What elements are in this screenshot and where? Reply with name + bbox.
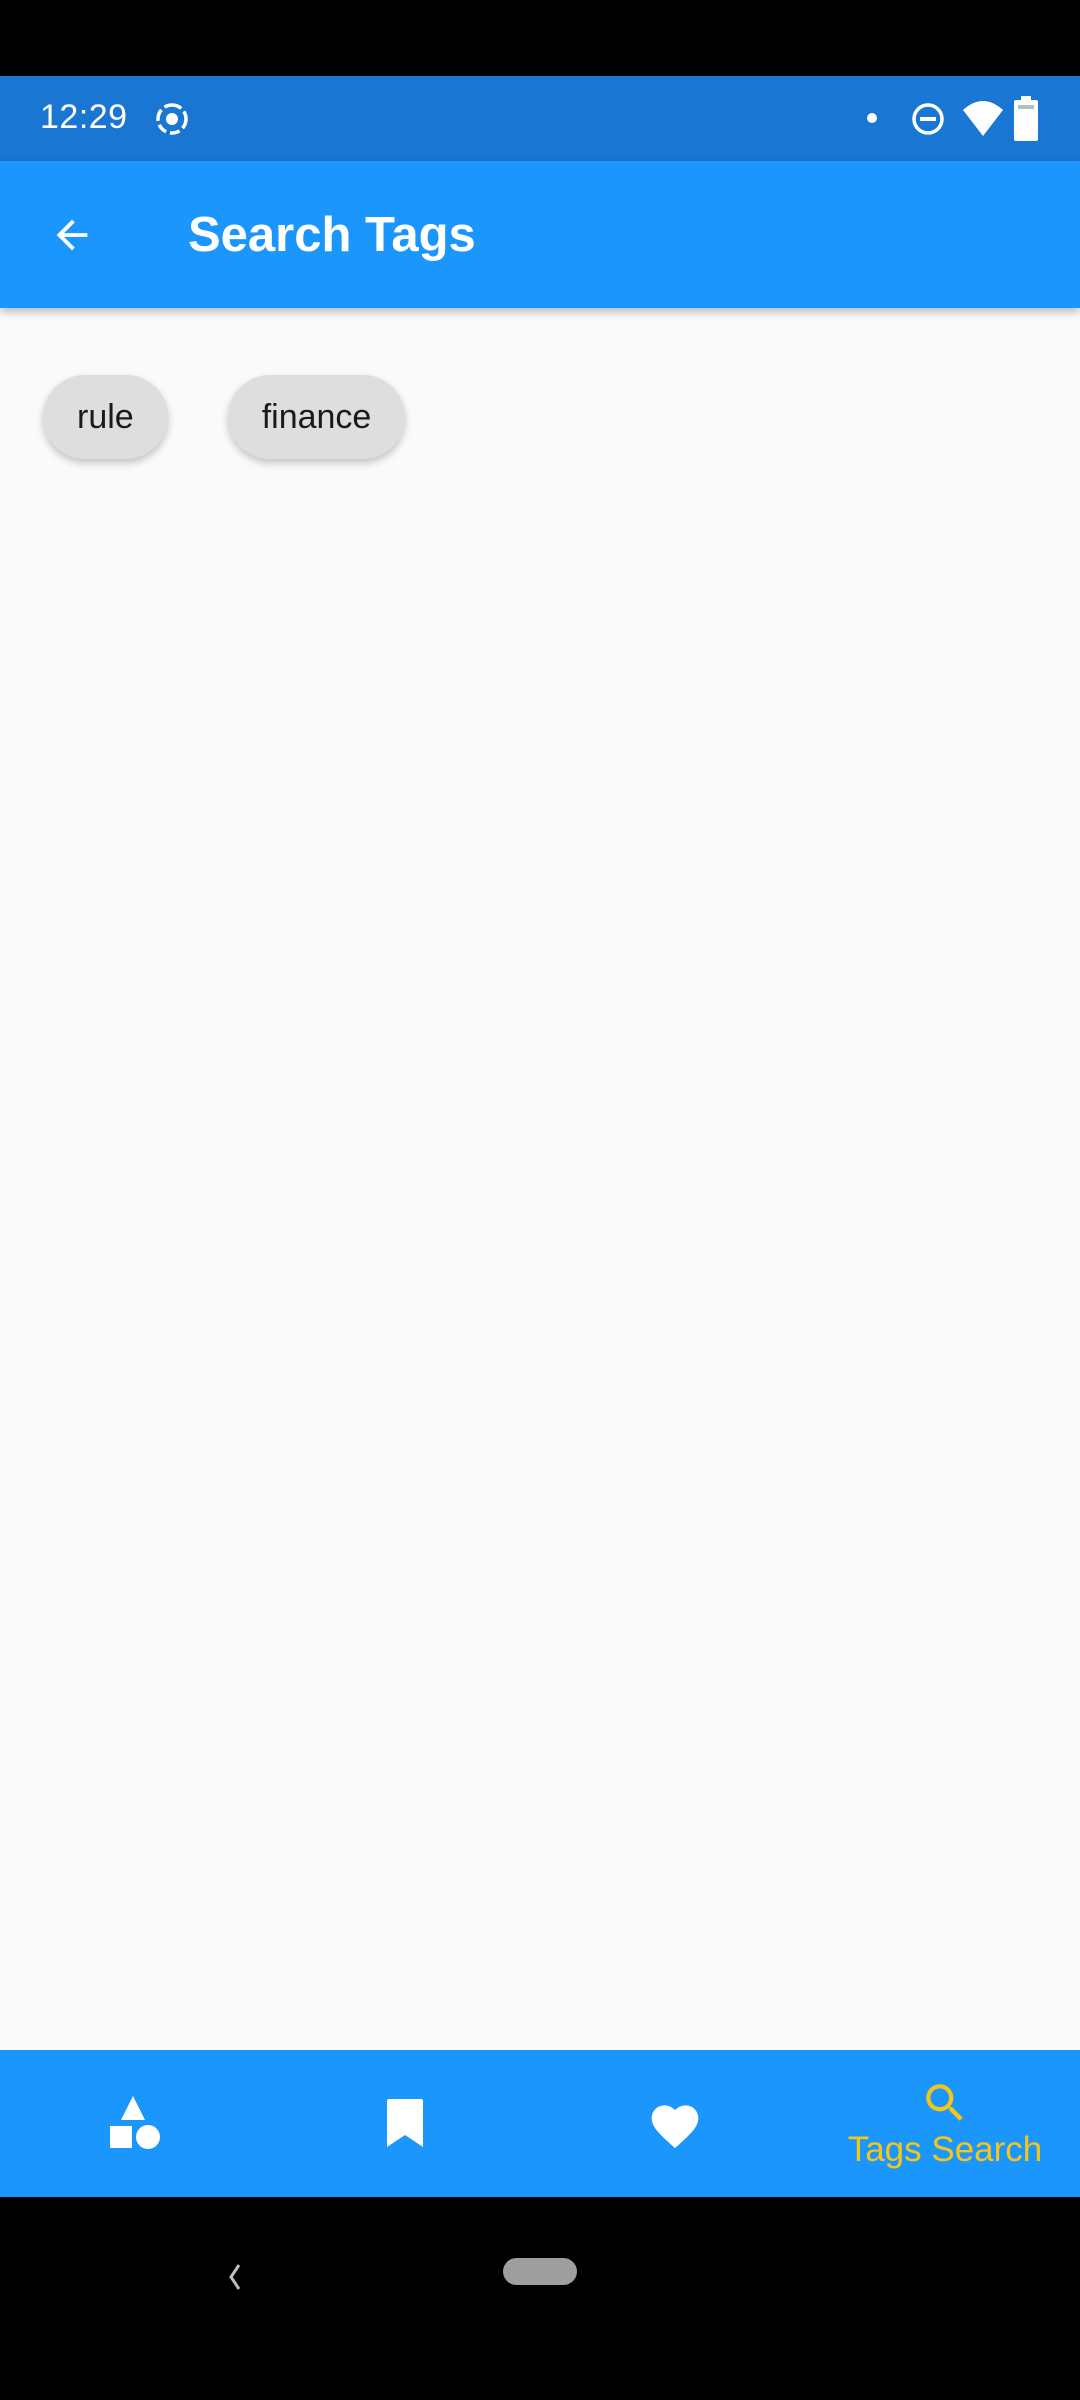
tag-chip-list: rule finance [43, 375, 406, 459]
nav-item-favorites[interactable] [540, 2050, 810, 2197]
status-bar: 12:29 [0, 76, 1080, 161]
nav-item-categories[interactable] [0, 2050, 270, 2197]
battery-icon [1014, 96, 1038, 141]
nav-item-tags-search[interactable]: Tags Search [810, 2050, 1080, 2197]
heart-icon [651, 2104, 699, 2148]
nav-item-bookmarks[interactable] [270, 2050, 540, 2197]
notification-dot-icon [867, 113, 877, 123]
nav-label-tags-search: Tags Search [847, 2129, 1043, 2169]
system-back-icon[interactable] [220, 2257, 250, 2297]
screen-record-icon [156, 103, 188, 135]
tag-chip-rule[interactable]: rule [43, 375, 168, 459]
search-icon [926, 2083, 963, 2121]
tag-chip-finance[interactable]: finance [227, 375, 406, 459]
bookmark-icon [387, 2098, 423, 2147]
do-not-disturb-icon [912, 103, 944, 135]
back-button[interactable] [30, 199, 114, 271]
top-bezel [0, 0, 1080, 76]
home-pill[interactable] [503, 2258, 577, 2285]
app-bar: Search Tags [0, 161, 1080, 308]
wifi-icon [963, 101, 1003, 136]
bottom-nav: Tags Search [0, 2050, 1080, 2197]
system-nav-bar [0, 2197, 1080, 2400]
status-time: 12:29 [40, 98, 128, 136]
screen: 12:29 Search Tags rule finance Tags Sear… [0, 0, 1080, 2400]
content-area: rule finance [0, 308, 1080, 2050]
category-shapes-icon [110, 2095, 160, 2149]
page-title: Search Tags [188, 208, 476, 262]
arrow-back-icon [56, 219, 88, 251]
